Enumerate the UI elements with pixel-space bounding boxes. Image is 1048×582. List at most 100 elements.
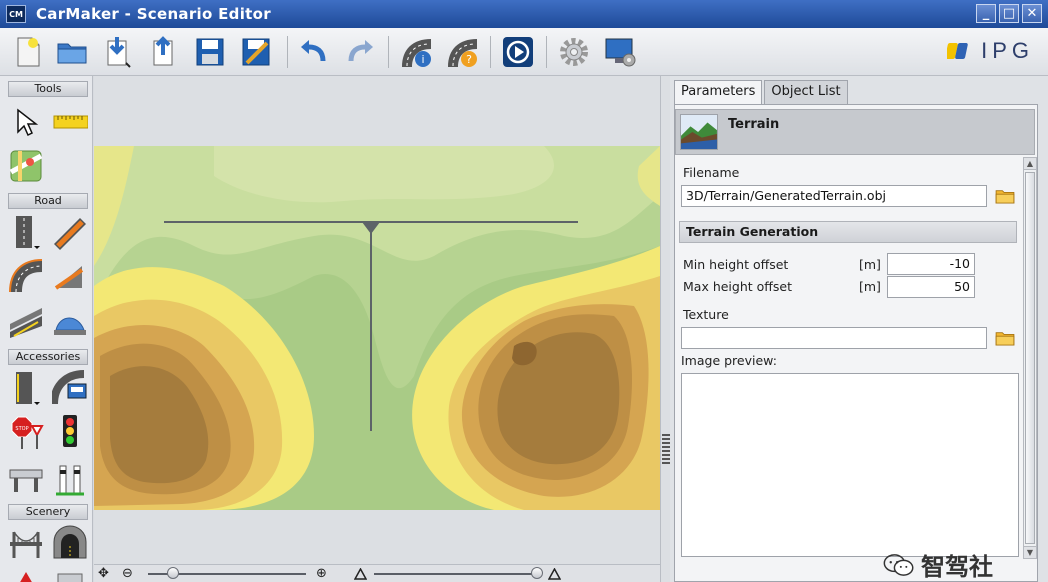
- redo-button[interactable]: [342, 34, 378, 70]
- filename-label: Filename: [683, 165, 740, 180]
- folder-icon: [995, 190, 1015, 204]
- import-button[interactable]: [100, 34, 136, 70]
- panel-splitter[interactable]: [660, 76, 670, 582]
- junction-tool[interactable]: [6, 300, 46, 340]
- object-title: Terrain: [728, 117, 780, 132]
- terrain-generation-header: Terrain Generation: [679, 221, 1017, 243]
- bridge-tool[interactable]: [6, 522, 46, 562]
- zoom-slider-knob[interactable]: [167, 567, 180, 579]
- map-tool[interactable]: [6, 146, 46, 186]
- properties-tabs: Parameters Object List: [674, 80, 850, 105]
- height-slider[interactable]: [374, 573, 542, 575]
- measure-tool[interactable]: [50, 102, 90, 142]
- bollard-tool[interactable]: [50, 458, 90, 498]
- toolbar-separator: [546, 36, 547, 68]
- traffic-light-icon: [63, 415, 77, 447]
- vertical-scrollbar[interactable]: ▲ ▼: [1023, 157, 1037, 559]
- svg-text:STOP: STOP: [15, 426, 28, 432]
- bridge-icon: [10, 531, 42, 558]
- undo-icon: [301, 40, 326, 62]
- height-slider-knob[interactable]: [530, 567, 543, 579]
- traffic-light-tool[interactable]: [50, 412, 90, 452]
- toolbar-separator: [287, 36, 288, 68]
- road-info-button[interactable]: i: [398, 34, 434, 70]
- straight-road-icon: [16, 216, 40, 249]
- road-marking-tool[interactable]: [6, 368, 46, 408]
- road-section-header: Road: [8, 193, 88, 209]
- play-movie-button[interactable]: [500, 34, 536, 70]
- min-height-label: Min height offset: [683, 257, 789, 272]
- display-settings-button[interactable]: [602, 34, 638, 70]
- max-height-field[interactable]: 50: [887, 276, 975, 298]
- undo-button[interactable]: [296, 34, 332, 70]
- zoom-in-icon[interactable]: ⊕: [316, 566, 327, 581]
- max-height-unit: [m]: [859, 279, 881, 294]
- bus-stop-tool[interactable]: [50, 368, 90, 408]
- height-high-icon: [548, 568, 561, 580]
- toolbar-separator: [388, 36, 389, 68]
- warning-sign-tool[interactable]: [6, 566, 46, 582]
- traffic-sign-tool[interactable]: STOP: [6, 412, 46, 452]
- guardrail-tool[interactable]: [6, 458, 46, 498]
- building-tool[interactable]: [50, 566, 90, 582]
- straight-road-tool[interactable]: [6, 212, 46, 252]
- properties-panel: Parameters Object List Terrain Filename …: [670, 76, 1048, 582]
- save-as-button[interactable]: [238, 34, 274, 70]
- terrain-map[interactable]: [94, 76, 660, 564]
- road-help-button[interactable]: ?: [444, 34, 480, 70]
- maximize-button[interactable]: □: [999, 4, 1019, 23]
- save-button[interactable]: [192, 34, 228, 70]
- terrain-contour: [214, 146, 554, 203]
- filename-browse-button[interactable]: [993, 185, 1017, 207]
- scenario-canvas[interactable]: [94, 76, 660, 564]
- tab-object-list[interactable]: Object List: [764, 80, 848, 104]
- tab-parameters[interactable]: Parameters: [674, 80, 763, 105]
- bollard-icon: [56, 465, 84, 496]
- filename-field[interactable]: 3D/Terrain/GeneratedTerrain.obj: [681, 185, 987, 207]
- warning-sign-icon: [20, 572, 32, 582]
- parameters-panel: Terrain Filename 3D/Terrain/GeneratedTer…: [674, 104, 1038, 582]
- select-tool[interactable]: [6, 102, 46, 142]
- title-bar: CM CarMaker - Scenario Editor _ □ ✕: [0, 0, 1048, 28]
- export-button[interactable]: [146, 34, 182, 70]
- monitor-settings-icon: [605, 38, 636, 67]
- pan-icon[interactable]: ✥: [98, 566, 109, 581]
- bump-tool[interactable]: [50, 300, 90, 340]
- curve-road-tool[interactable]: [6, 256, 46, 296]
- window-title: CarMaker - Scenario Editor: [36, 5, 271, 23]
- settings-button[interactable]: [556, 34, 592, 70]
- ramp-tool[interactable]: [50, 256, 90, 296]
- splitter-grip-icon[interactable]: [662, 434, 670, 466]
- guardrail-icon: [9, 469, 43, 492]
- toolbar-separator: [490, 36, 491, 68]
- open-button[interactable]: [54, 34, 90, 70]
- svg-text:?: ?: [466, 53, 472, 66]
- zoom-out-icon[interactable]: ⊖: [122, 566, 133, 581]
- tools-section-header: Tools: [8, 81, 88, 97]
- road-segment-tool[interactable]: [50, 212, 90, 252]
- new-file-button[interactable]: [10, 34, 46, 70]
- scroll-thumb[interactable]: [1025, 172, 1035, 544]
- min-height-field[interactable]: -10: [887, 253, 975, 275]
- scroll-down-icon[interactable]: ▼: [1024, 546, 1036, 558]
- import-icon: [107, 37, 131, 68]
- close-button[interactable]: ✕: [1022, 4, 1042, 23]
- bus-stop-icon: [52, 370, 87, 405]
- tools-panel: Tools Road Accessories STOP Scenery: [0, 76, 93, 582]
- ruler-icon: [53, 115, 88, 129]
- minimize-button[interactable]: _: [976, 4, 996, 23]
- road-info-icon: i: [402, 39, 431, 67]
- object-header: Terrain: [675, 109, 1035, 155]
- tunnel-tool[interactable]: [50, 522, 90, 562]
- texture-browse-button[interactable]: [993, 327, 1017, 349]
- zoom-bar: ✥ ⊖ ⊕: [94, 564, 660, 582]
- scroll-up-icon[interactable]: ▲: [1024, 158, 1036, 170]
- max-height-label: Max height offset: [683, 279, 792, 294]
- image-preview-label: Image preview:: [681, 353, 777, 368]
- new-file-icon: [17, 37, 40, 67]
- texture-field[interactable]: [681, 327, 987, 349]
- curve-road-icon: [9, 259, 43, 293]
- ipg-logo-mark-icon: [945, 39, 973, 63]
- save-as-icon: [242, 38, 270, 66]
- gear-icon: [560, 38, 588, 66]
